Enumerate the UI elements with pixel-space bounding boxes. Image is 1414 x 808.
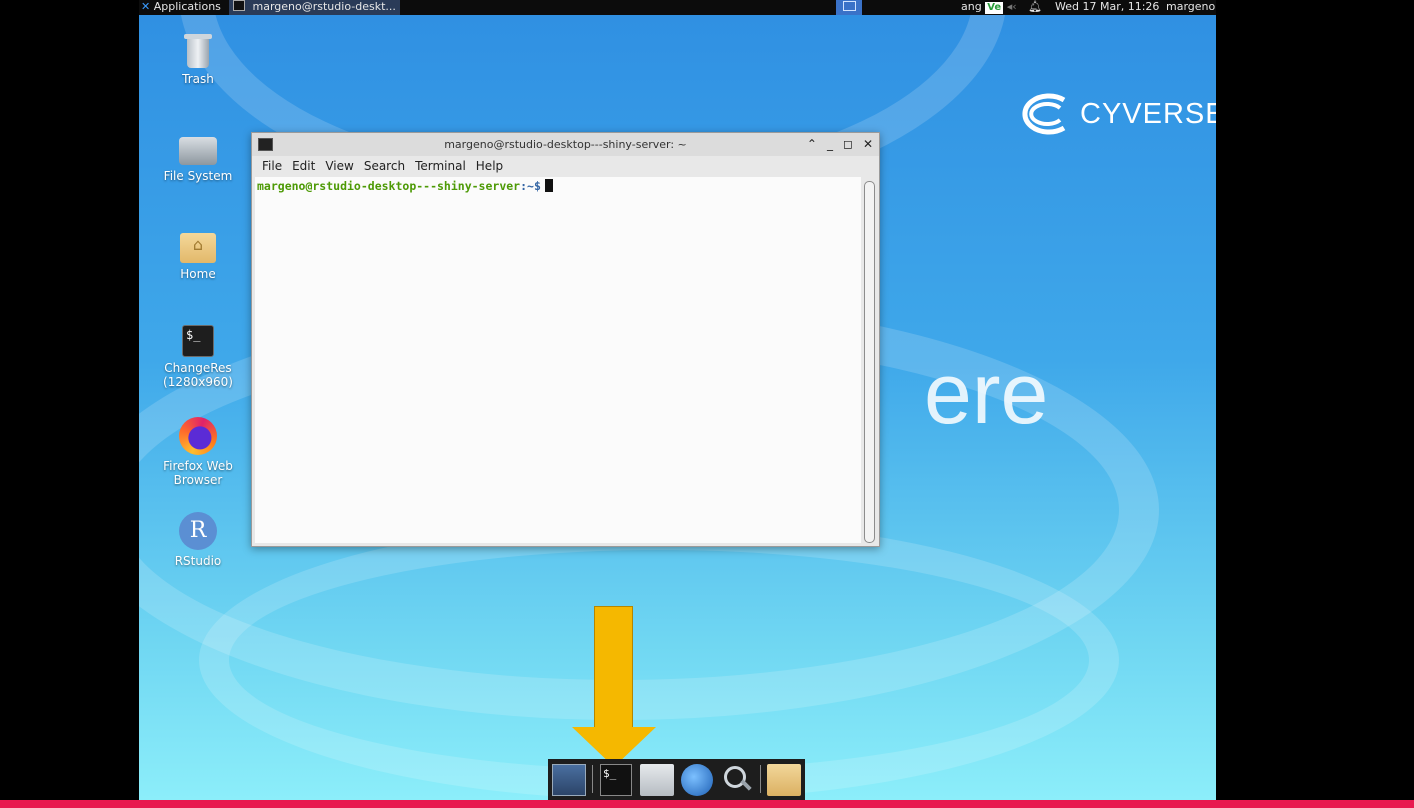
terminal-icon <box>258 138 273 151</box>
desktop-icon-label: Firefox Web Browser <box>163 459 233 487</box>
taskbar-terminal-button[interactable]: margeno@rstudio-deskt... <box>229 0 400 15</box>
wallpaper-swirl <box>199 520 1119 800</box>
cyverse-logo-icon <box>1022 93 1066 135</box>
rstudio-icon: R <box>179 512 217 550</box>
drive-icon <box>179 137 217 165</box>
trash-icon <box>184 34 212 68</box>
terminal-titlebar[interactable]: margeno@rstudio-desktop---shiny-server: … <box>252 133 879 156</box>
taskbar-terminal-label: margeno@rstudio-deskt... <box>252 0 396 13</box>
folder-launcher-icon[interactable] <box>767 764 801 796</box>
desktop-icon-label: File System <box>163 169 233 183</box>
desktop-icon-label: ChangeRes (1280x960) <box>163 361 233 389</box>
search-launcher-icon[interactable] <box>720 764 754 796</box>
show-desktop-icon[interactable] <box>552 764 586 796</box>
maximize-icon[interactable]: ◻ <box>843 133 853 156</box>
prompt-path: :~$ <box>520 179 541 193</box>
terminal-output[interactable]: margeno@rstudio-desktop---shiny-server:~… <box>255 177 861 543</box>
prompt-user: margeno@rstudio-desktop---shiny-server <box>257 179 521 193</box>
menu-view[interactable]: View <box>325 159 353 173</box>
desktop-icon-firefox[interactable]: Firefox Web Browser <box>158 417 238 487</box>
ve-badge[interactable]: Ve <box>985 2 1004 14</box>
wallpaper-watermark: ere <box>924 346 1049 442</box>
terminal-window[interactable]: margeno@rstudio-desktop---shiny-server: … <box>251 132 880 547</box>
terminal-launcher-icon[interactable]: $_ <box>600 764 632 796</box>
bell-icon[interactable]: 🔔︎ <box>1028 0 1042 13</box>
cyverse-logo-text: CYVERSE <box>1080 97 1216 130</box>
clock[interactable]: Wed 17 Mar, 11:26 <box>1055 0 1159 15</box>
desktop-icon-label: Trash <box>182 72 214 86</box>
keyboard-indicator[interactable]: ang <box>961 0 982 13</box>
terminal-menubar: File Edit View Search Terminal Help <box>252 156 879 177</box>
desktop-icon-trash[interactable]: Trash <box>158 34 238 86</box>
applications-label: Applications <box>153 0 221 13</box>
terminal-title: margeno@rstudio-desktop---shiny-server: … <box>444 138 687 151</box>
menu-help[interactable]: Help <box>476 159 503 173</box>
web-browser-launcher-icon[interactable] <box>681 764 713 796</box>
text-cursor <box>544 179 553 192</box>
window-controls: ⌃ _ ◻ ✕ <box>807 133 873 156</box>
home-launcher-icon[interactable] <box>640 764 674 796</box>
desktop-icon-label: Home <box>180 267 216 281</box>
bottom-accent-bar <box>0 800 1414 808</box>
menu-file[interactable]: File <box>262 159 282 173</box>
menu-search[interactable]: Search <box>364 159 405 173</box>
menu-edit[interactable]: Edit <box>292 159 315 173</box>
minimize-icon[interactable]: _ <box>827 133 833 156</box>
applications-menu[interactable]: ✕ Applications <box>141 0 221 15</box>
cyverse-logo: CYVERSE <box>1016 92 1216 136</box>
dock-separator <box>592 765 593 793</box>
xfce-icon: ✕ <box>141 0 151 13</box>
shade-icon[interactable]: ⌃ <box>807 133 817 156</box>
desktop-icon-label: RStudio <box>174 554 222 568</box>
desktop-icon-changeres[interactable]: $_ ChangeRes (1280x960) <box>158 325 238 389</box>
annotation-arrow-shaft <box>594 606 633 728</box>
terminal-scrollbar[interactable] <box>864 181 875 543</box>
volume-icon[interactable]: ◂‹ <box>1007 0 1017 13</box>
top-panel: ✕ Applications margeno@rstudio-deskt... … <box>139 0 1216 15</box>
desktop-icon-rstudio[interactable]: R RStudio <box>158 512 238 568</box>
bottom-dock: $_ <box>548 759 805 800</box>
desktop-icon-file-system[interactable]: File System <box>158 137 238 183</box>
status-indicators: ang Ve ◂‹ 🔔︎ <box>961 0 1042 15</box>
terminal-icon: $_ <box>182 325 214 357</box>
user-menu[interactable]: margeno <box>1166 0 1215 15</box>
prompt-line: margeno@rstudio-desktop---shiny-server:~… <box>257 179 553 193</box>
desktop-icon-home[interactable]: Home <box>158 233 238 281</box>
firefox-icon <box>179 417 217 455</box>
menu-terminal[interactable]: Terminal <box>415 159 466 173</box>
home-folder-icon <box>180 233 216 263</box>
terminal-icon <box>233 0 245 11</box>
dock-separator <box>760 765 761 793</box>
close-icon[interactable]: ✕ <box>863 133 873 156</box>
workspace-switcher[interactable] <box>836 0 862 15</box>
